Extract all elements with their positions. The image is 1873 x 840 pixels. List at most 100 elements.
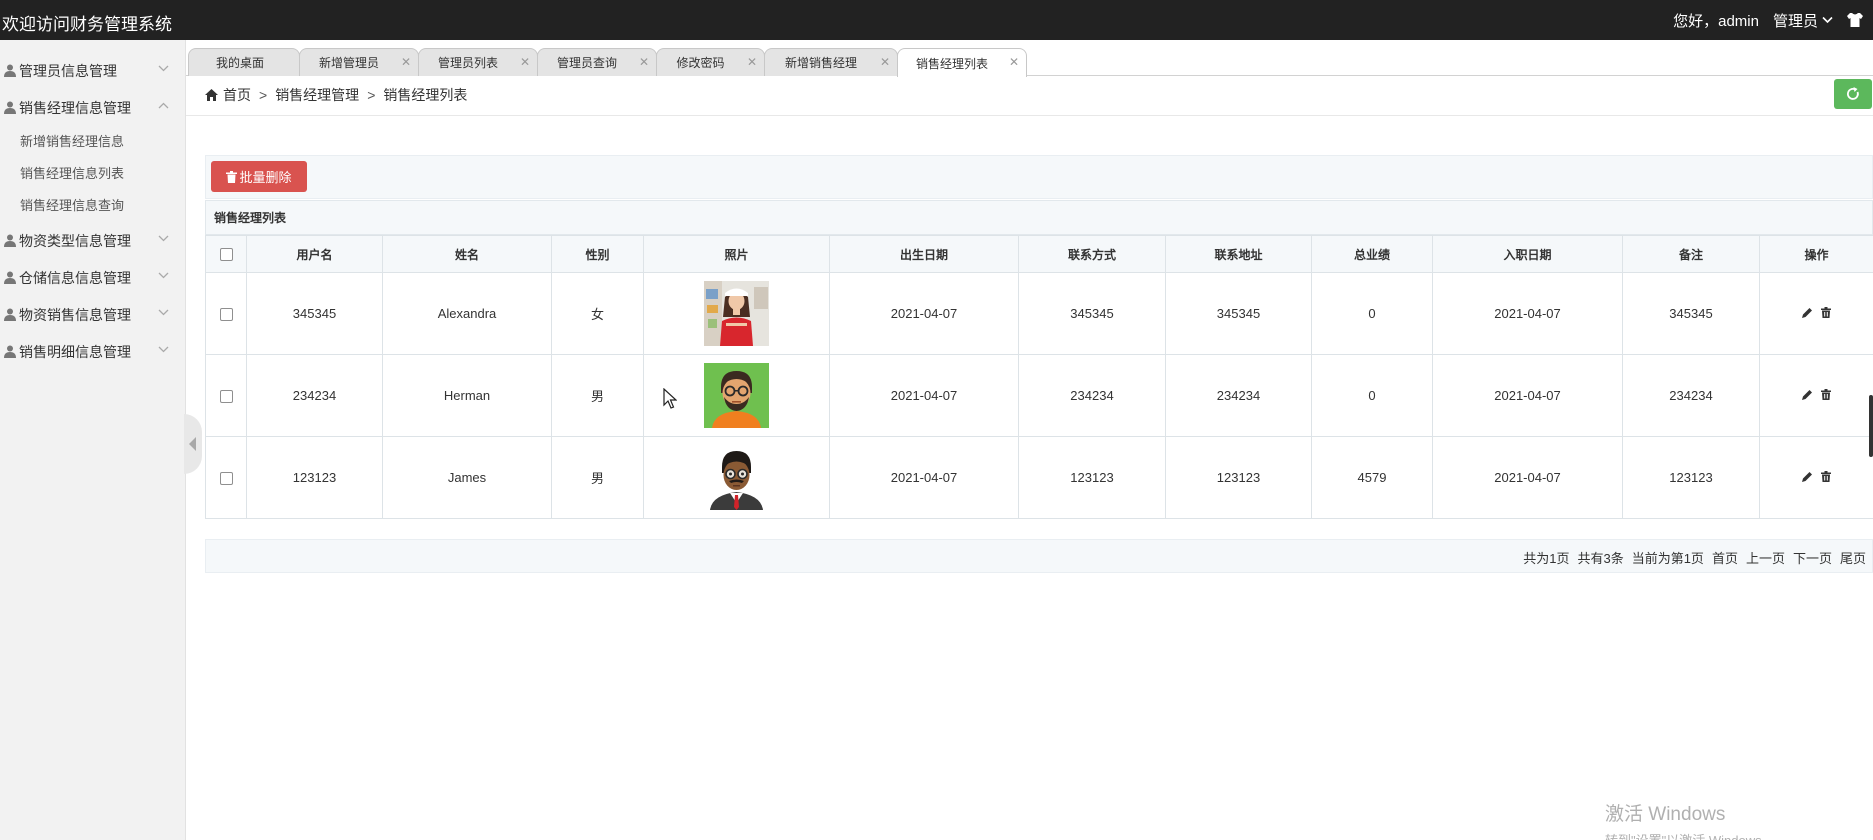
chevron-down-icon	[158, 235, 169, 242]
row-checkbox[interactable]	[219, 390, 233, 404]
batch-delete-button[interactable]: 批量删除	[211, 161, 307, 192]
tab-add-admin[interactable]: 新增管理员 ✕	[299, 48, 419, 76]
cell-name: James	[382, 436, 552, 519]
admin-dropdown[interactable]: 管理员	[1773, 10, 1833, 31]
delete-icon[interactable]	[1821, 388, 1831, 403]
close-icon[interactable]: ✕	[747, 55, 757, 69]
tab-add-sales-manager[interactable]: 新增销售经理 ✕	[764, 48, 898, 76]
column-header[interactable]: 入职日期	[1432, 235, 1623, 273]
chevron-down-icon	[158, 346, 169, 353]
table-row: 234234 Herman 男 2021-04-07 234234 234234…	[205, 354, 1873, 437]
column-header[interactable]: 出生日期	[829, 235, 1019, 273]
user-icon	[4, 234, 16, 247]
app-title: 欢迎访问财务管理系统	[2, 15, 172, 34]
sidebar-item-warehouse[interactable]: 仓储信息信息管理	[0, 259, 185, 296]
home-icon	[205, 89, 218, 101]
cell-address: 234234	[1165, 354, 1312, 437]
tab-label: 新增管理员	[318, 56, 379, 70]
tab-my-desktop[interactable]: 我的桌面	[188, 48, 300, 76]
sidebar-item-label: 管理员信息管理	[19, 62, 117, 79]
tab-bar: 我的桌面 新增管理员 ✕ 管理员列表 ✕ 管理员查询 ✕ 修改密码 ✕ 新增销售…	[186, 40, 1873, 77]
close-icon[interactable]: ✕	[401, 55, 411, 69]
cell-photo	[643, 436, 830, 519]
tab-change-password[interactable]: 修改密码 ✕	[656, 48, 765, 76]
pagination-next[interactable]: 下一页	[1793, 548, 1832, 567]
sidebar-item-sales-detail[interactable]: 销售明细信息管理	[0, 333, 185, 370]
edit-icon[interactable]	[1802, 470, 1813, 485]
sidebar-item-label: 销售明细信息管理	[19, 343, 131, 360]
sidebar-item-material-type[interactable]: 物资类型信息管理	[0, 222, 185, 259]
breadcrumb-section[interactable]: 销售经理管理	[275, 85, 359, 105]
close-icon[interactable]: ✕	[520, 55, 530, 69]
row-checkbox[interactable]	[219, 472, 233, 486]
cell-birth-date: 2021-04-07	[829, 354, 1019, 437]
pagination-first[interactable]: 首页	[1712, 548, 1738, 567]
delete-icon[interactable]	[1821, 306, 1831, 321]
row-checkbox[interactable]	[219, 308, 233, 322]
mouse-pointer-icon	[663, 388, 677, 409]
sidebar-item-material-sales[interactable]: 物资销售信息管理	[0, 296, 185, 333]
delete-icon[interactable]	[1821, 470, 1831, 485]
user-icon	[4, 64, 16, 77]
user-greeting: 您好，admin	[1673, 12, 1759, 30]
breadcrumb-home[interactable]: 首页	[223, 85, 251, 105]
cell-contact: 123123	[1018, 436, 1166, 519]
edit-icon[interactable]	[1802, 388, 1813, 403]
pagination-current-page: 当前为第1页	[1631, 551, 1704, 566]
action-bar: 批量删除	[205, 155, 1873, 199]
sidebar-item-label: 物资销售信息管理	[19, 306, 131, 323]
row-select-cell	[205, 436, 247, 519]
cell-hire-date: 2021-04-07	[1432, 354, 1623, 437]
table-panel-title: 销售经理列表	[205, 200, 1873, 235]
user-icon	[4, 308, 16, 321]
column-header[interactable]: 姓名	[382, 235, 552, 273]
close-icon[interactable]: ✕	[1009, 55, 1019, 69]
edit-icon[interactable]	[1802, 306, 1813, 321]
sidebar-item-label: 销售经理信息管理	[19, 99, 131, 116]
cell-actions	[1759, 354, 1873, 437]
refresh-button[interactable]	[1834, 79, 1872, 109]
column-header[interactable]: 总业绩	[1311, 235, 1433, 273]
sidebar-collapse-handle[interactable]	[184, 414, 202, 474]
tab-label: 修改密码	[676, 56, 725, 70]
sidebar-item-label: 仓储信息信息管理	[19, 269, 131, 286]
sidebar-item-sales-manager[interactable]: 销售经理信息管理	[0, 89, 185, 126]
sidebar-subitem-sales-manager-list[interactable]: 销售经理信息列表	[0, 158, 185, 190]
column-header[interactable]: 照片	[643, 235, 830, 273]
tab-sales-manager-list[interactable]: 销售经理列表 ✕	[897, 48, 1027, 77]
businessman-avatar[interactable]	[704, 445, 769, 510]
cell-address: 345345	[1165, 272, 1312, 355]
close-icon[interactable]: ✕	[639, 55, 649, 69]
column-header[interactable]: 备注	[1622, 235, 1760, 273]
tab-label: 销售经理列表	[915, 56, 988, 71]
sidebar-subitem-sales-manager-query[interactable]: 销售经理信息查询	[0, 190, 185, 222]
cell-gender: 男	[551, 354, 644, 437]
column-header[interactable]: 联系方式	[1018, 235, 1166, 273]
breadcrumb-separator: >	[367, 87, 376, 103]
chevron-down-icon	[158, 65, 169, 72]
topbar-right: 您好，admin 管理员	[1673, 0, 1863, 40]
scrollbar-thumb[interactable]	[1869, 395, 1873, 457]
admin-menu-label: 管理员	[1772, 12, 1818, 30]
tab-admin-query[interactable]: 管理员查询 ✕	[537, 48, 657, 76]
cell-photo	[643, 272, 830, 355]
sidebar-subitem-add-sales-manager[interactable]: 新增销售经理信息	[0, 126, 185, 158]
close-icon[interactable]: ✕	[880, 55, 890, 69]
sidebar-item-label: 物资类型信息管理	[19, 232, 131, 249]
column-header[interactable]: 性别	[551, 235, 644, 273]
pagination-last[interactable]: 尾页	[1840, 548, 1866, 567]
cell-hire-date: 2021-04-07	[1432, 436, 1623, 519]
woman-photo[interactable]	[704, 281, 769, 346]
tshirt-icon[interactable]	[1847, 13, 1863, 27]
cell-username: 345345	[246, 272, 383, 355]
column-header[interactable]: 联系地址	[1165, 235, 1312, 273]
pagination-prev[interactable]: 上一页	[1746, 548, 1785, 567]
table-row: 123123 James 男 2021-04-07 123123 123123 …	[205, 436, 1873, 519]
table-header-row: 用户名 姓名 性别 照片 出生日期 联系方式 联系地址 总业绩 入职日期 备注 …	[205, 235, 1873, 273]
select-all-checkbox[interactable]	[219, 248, 233, 262]
tab-admin-list[interactable]: 管理员列表 ✕	[418, 48, 538, 76]
chevron-up-icon	[158, 102, 169, 109]
bearded-man-avatar[interactable]	[704, 363, 769, 428]
sidebar-item-admin[interactable]: 管理员信息管理	[0, 52, 185, 89]
column-header[interactable]: 用户名	[246, 235, 383, 273]
